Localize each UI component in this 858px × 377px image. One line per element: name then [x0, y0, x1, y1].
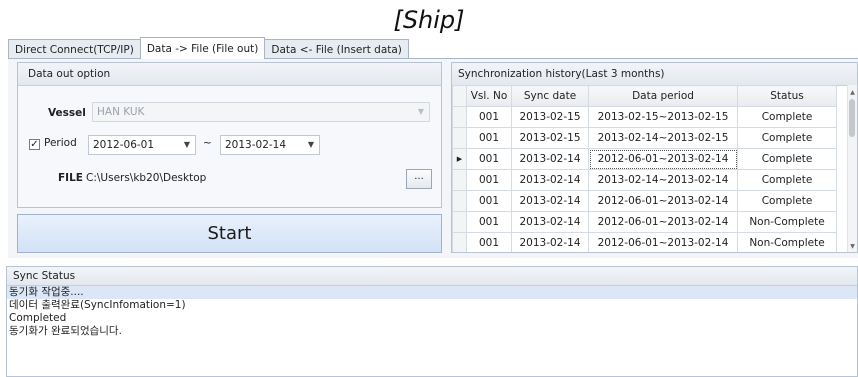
cell-data-period: 2013-02-14~2013-02-15	[588, 127, 738, 149]
cell-data-period: 2012-06-01~2013-02-14	[588, 190, 738, 212]
column-header-data-period[interactable]: Data period	[588, 85, 738, 107]
column-header-vsl-no[interactable]: Vsl. No	[466, 85, 512, 107]
sync-status-title: Sync Status	[7, 267, 857, 286]
column-header-sync-date[interactable]: Sync date	[511, 85, 589, 107]
table-row[interactable]: 001 2013-02-15 2013-02-15~2013-02-15 Com…	[452, 106, 837, 128]
tab-insert-data[interactable]: Data <- File (Insert data)	[264, 39, 409, 59]
column-header-status[interactable]: Status	[737, 85, 837, 107]
scroll-up-icon[interactable]: ▲	[848, 89, 857, 96]
period-to-value: 2013-02-14	[225, 139, 287, 151]
cell-vsl-no: 001	[466, 232, 512, 252]
row-indicator-header	[452, 85, 467, 107]
vessel-select[interactable]: HAN KUK ▼	[92, 102, 430, 122]
sync-history-panel: Synchronization history(Last 3 months) V…	[451, 62, 858, 253]
cell-sync-date: 2013-02-14	[511, 232, 589, 252]
app-title: [Ship]	[393, 6, 465, 34]
log-line: 데이터 출력완료(SyncInfomation=1)	[9, 299, 186, 311]
cell-status: Non-Complete	[737, 232, 837, 252]
table-header-row: Vsl. No Sync date Data period Status	[452, 85, 837, 107]
cell-sync-date: 2013-02-15	[511, 127, 589, 149]
sync-history-table: Vsl. No Sync date Data period Status 001…	[452, 85, 837, 252]
table-row[interactable]: 001 2013-02-14 2013-02-14~2013-02-14 Com…	[452, 169, 837, 191]
row-indicator	[452, 127, 467, 149]
log-line: 동기화 작업중....	[7, 286, 857, 299]
row-indicator	[452, 169, 467, 191]
row-indicator	[452, 106, 467, 128]
cell-status: Complete	[737, 169, 837, 191]
chevron-down-icon: ▼	[307, 140, 314, 149]
cell-status: Complete	[737, 148, 837, 170]
scroll-down-icon[interactable]: ▼	[848, 243, 857, 250]
data-out-option-group: Data out option Vessel HAN KUK ▼ ✓ Perio…	[17, 62, 442, 208]
scroll-thumb[interactable]	[849, 99, 855, 137]
period-label: Period	[44, 137, 77, 149]
row-indicator	[452, 232, 467, 252]
cell-vsl-no: 001	[466, 169, 512, 191]
tab-direct-connect[interactable]: Direct Connect(TCP/IP)	[8, 39, 141, 59]
cell-sync-date: 2013-02-14	[511, 190, 589, 212]
data-out-option-title: Data out option	[18, 63, 441, 86]
browse-button[interactable]: ...	[406, 169, 432, 189]
period-separator: ~	[203, 137, 212, 149]
row-indicator	[452, 190, 467, 212]
start-button[interactable]: Start	[17, 214, 442, 253]
cell-sync-date: 2013-02-14	[511, 148, 589, 170]
table-row[interactable]: 001 2013-02-15 2013-02-14~2013-02-15 Com…	[452, 127, 837, 149]
tab-bar: Direct Connect(TCP/IP) Data -> File (Fil…	[8, 37, 409, 59]
row-indicator	[452, 211, 467, 233]
log-line: 동기화가 완료되었습니다.	[9, 325, 122, 337]
sync-history-title: Synchronization history(Last 3 months)	[452, 63, 857, 86]
cell-data-period: 2012-06-01~2013-02-14	[588, 211, 738, 233]
table-row[interactable]: 001 2013-02-14 2012-06-01~2013-02-14 Non…	[452, 232, 837, 252]
chevron-down-icon: ▼	[183, 140, 190, 149]
tab-file-out[interactable]: Data -> File (File out)	[139, 37, 266, 59]
log-line: Completed	[9, 312, 67, 324]
cell-status: Complete	[737, 190, 837, 212]
cell-status: Non-Complete	[737, 211, 837, 233]
cell-sync-date: 2013-02-14	[511, 169, 589, 191]
period-to-picker[interactable]: 2013-02-14 ▼	[220, 135, 320, 155]
cell-vsl-no: 001	[466, 190, 512, 212]
cell-status: Complete	[737, 127, 837, 149]
sync-status-panel: Sync Status 동기화 작업중.... 데이터 출력완료(SyncInf…	[6, 266, 858, 377]
cell-sync-date: 2013-02-15	[511, 106, 589, 128]
cell-vsl-no: 001	[466, 211, 512, 233]
current-row-arrow-icon: ▶	[452, 148, 467, 170]
file-path-value: C:\Users\kb20\Desktop	[86, 172, 207, 184]
cell-data-period: 2012-06-01~2013-02-14	[588, 232, 738, 252]
file-label: FILE	[58, 172, 83, 184]
period-from-value: 2012-06-01	[93, 139, 155, 151]
cell-vsl-no: 001	[466, 148, 512, 170]
history-scrollbar[interactable]: ▲ ▼	[847, 85, 857, 252]
cell-data-period: 2013-02-15~2013-02-15	[588, 106, 738, 128]
cell-data-period: 2013-02-14~2013-02-14	[588, 169, 738, 191]
chevron-down-icon: ▼	[417, 107, 424, 116]
vessel-label: Vessel	[48, 107, 86, 119]
vessel-value: HAN KUK	[97, 106, 145, 118]
cell-data-period: 2012-06-01~2013-02-14	[588, 148, 738, 170]
cell-sync-date: 2013-02-14	[511, 211, 589, 233]
table-row[interactable]: 001 2013-02-14 2012-06-01~2013-02-14 Non…	[452, 211, 837, 233]
period-checkbox[interactable]: ✓	[29, 139, 40, 150]
cell-vsl-no: 001	[466, 106, 512, 128]
period-from-picker[interactable]: 2012-06-01 ▼	[88, 135, 196, 155]
cell-vsl-no: 001	[466, 127, 512, 149]
file-path-field[interactable]: C:\Users\kb20\Desktop	[82, 169, 396, 189]
table-row[interactable]: 001 2013-02-14 2012-06-01~2013-02-14 Com…	[452, 190, 837, 212]
table-row-selected[interactable]: ▶ 001 2013-02-14 2012-06-01~2013-02-14 C…	[452, 148, 837, 170]
cell-status: Complete	[737, 106, 837, 128]
